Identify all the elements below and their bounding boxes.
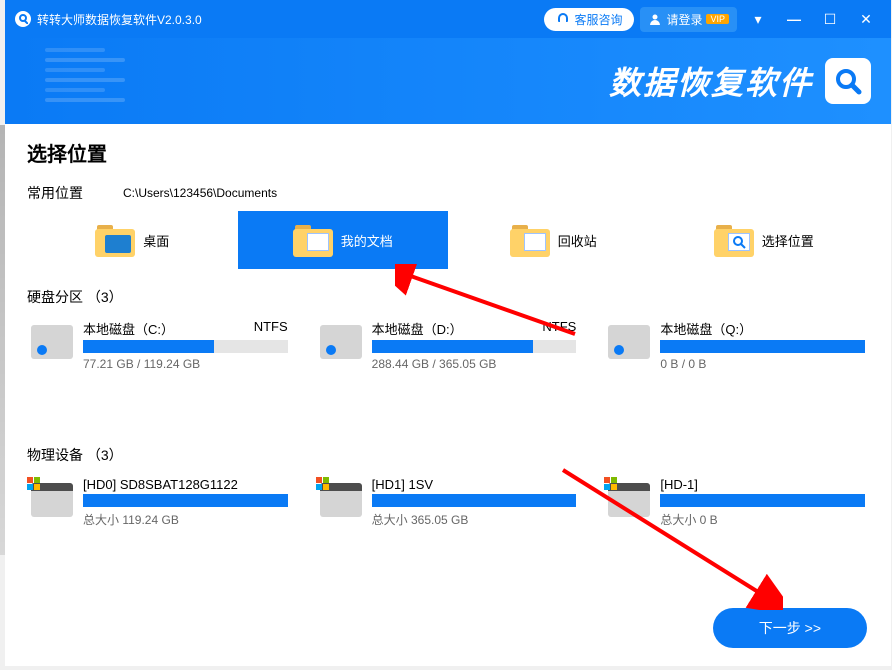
folder-icon bbox=[95, 223, 135, 257]
menu-button[interactable]: ▾ bbox=[743, 4, 773, 34]
location-desktop[interactable]: 桌面 bbox=[27, 211, 238, 269]
disk-item-d[interactable]: 本地磁盘（D:）NTFS 288.44 GB / 365.05 GB bbox=[316, 315, 581, 375]
device-item-hd-1[interactable]: [HD-1] 总大小 0 B bbox=[604, 473, 869, 532]
hdd-icon bbox=[608, 325, 650, 359]
device-icon bbox=[320, 483, 362, 517]
progress-bar bbox=[83, 494, 288, 507]
disk-item-q[interactable]: 本地磁盘（Q:） 0 B / 0 B bbox=[604, 315, 869, 375]
headset-icon bbox=[556, 12, 570, 26]
app-logo-icon bbox=[15, 11, 31, 27]
page-title: 选择位置 bbox=[27, 138, 869, 167]
user-icon bbox=[648, 12, 662, 26]
device-section-label: 物理设备 （3） bbox=[27, 445, 869, 465]
hdd-icon bbox=[31, 325, 73, 359]
hdd-icon bbox=[320, 325, 362, 359]
progress-bar bbox=[660, 340, 865, 353]
app-title: 转转大师数据恢复软件V2.0.3.0 bbox=[37, 11, 202, 28]
location-recycle[interactable]: 回收站 bbox=[448, 211, 659, 269]
device-icon bbox=[31, 483, 73, 517]
progress-bar bbox=[372, 494, 577, 507]
progress-bar bbox=[83, 340, 288, 353]
banner-title: 数据恢复软件 bbox=[609, 58, 813, 104]
minimize-button[interactable]: — bbox=[779, 4, 809, 34]
common-locations-label: 常用位置 bbox=[27, 183, 83, 203]
common-path: C:\Users\123456\Documents bbox=[123, 186, 277, 200]
maximize-button[interactable]: ☐ bbox=[815, 4, 845, 34]
location-documents[interactable]: 我的文档 bbox=[238, 211, 449, 269]
progress-bar bbox=[660, 494, 865, 507]
folder-icon bbox=[293, 223, 333, 257]
disk-section-label: 硬盘分区 （3） bbox=[27, 287, 869, 307]
location-row: 桌面 我的文档 回收站 选择位置 bbox=[27, 211, 869, 269]
close-button[interactable]: ✕ bbox=[851, 4, 881, 34]
device-item-hd0[interactable]: [HD0] SD8SBAT128G1122 总大小 119.24 GB bbox=[27, 473, 292, 532]
progress-bar bbox=[372, 340, 577, 353]
folder-icon bbox=[510, 223, 550, 257]
customer-service-button[interactable]: 客服咨询 bbox=[544, 8, 634, 31]
banner-logo-icon bbox=[825, 58, 871, 104]
device-icon bbox=[608, 483, 650, 517]
titlebar: 转转大师数据恢复软件V2.0.3.0 客服咨询 请登录 VIP ▾ — ☐ ✕ bbox=[5, 0, 891, 38]
banner: 数据恢复软件 bbox=[5, 38, 891, 124]
next-button[interactable]: 下一步 >> bbox=[713, 608, 867, 648]
folder-icon bbox=[714, 223, 754, 257]
login-button[interactable]: 请登录 VIP bbox=[640, 7, 737, 32]
disk-item-c[interactable]: 本地磁盘（C:）NTFS 77.21 GB / 119.24 GB bbox=[27, 315, 292, 375]
location-browse[interactable]: 选择位置 bbox=[659, 211, 870, 269]
device-item-hd1[interactable]: [HD1] 1SV 总大小 365.05 GB bbox=[316, 473, 581, 532]
vip-badge: VIP bbox=[706, 14, 729, 24]
